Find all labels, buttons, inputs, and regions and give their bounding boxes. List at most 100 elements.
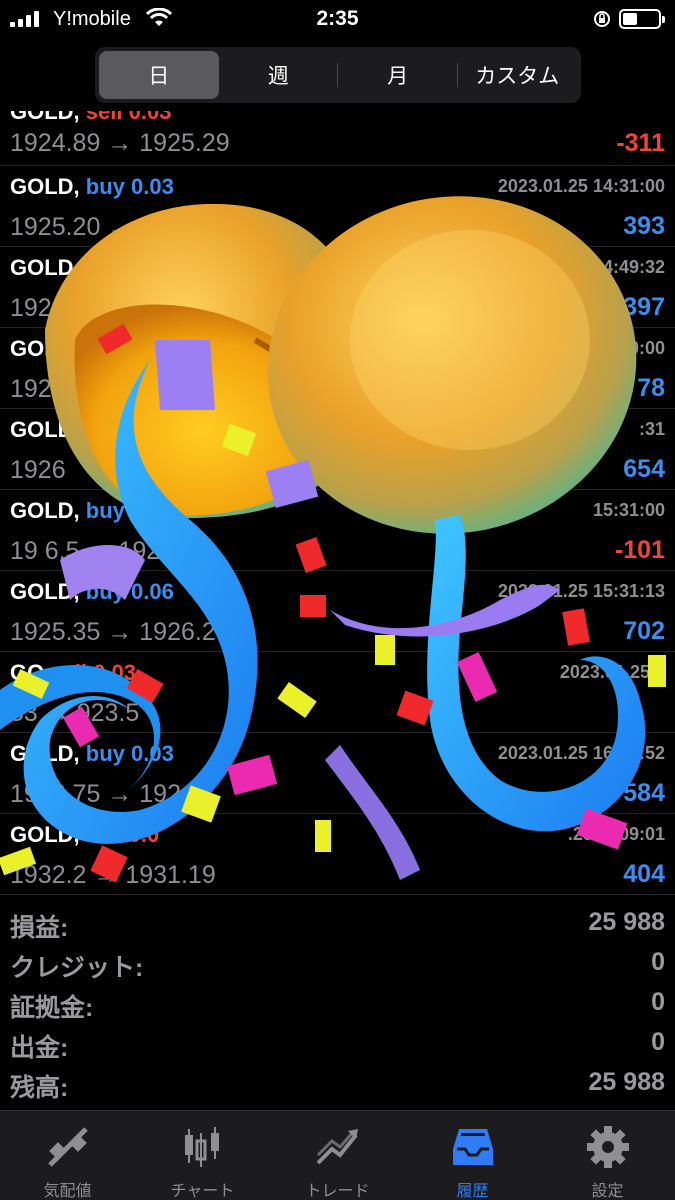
deal-time: 0:00 — [628, 338, 665, 358]
deal-prices: 1926 — [10, 456, 66, 485]
tab-trade[interactable]: トレード — [270, 1111, 405, 1200]
deal-open-price: 19 6.5 — [10, 537, 80, 565]
deal-close-price: 1931.19 — [125, 861, 216, 889]
deal-prices: 53 → 923.5 — [10, 699, 139, 728]
deal-prices: 1925.35 → 1926.2 — [10, 618, 216, 647]
deal-row[interactable]: GOLD, buy 0.03 2023.01.25 16:15:52 1926.75… — [0, 733, 675, 814]
deal-arrow: → — [44, 699, 70, 727]
deal-time: 2023.01.25 16:15:52 — [497, 743, 665, 763]
deal-close-price: 192 — [139, 780, 181, 808]
trade-icon — [316, 1129, 358, 1165]
deal-profit: 404 — [623, 860, 665, 888]
summary-value: 25 988 — [588, 908, 665, 936]
rotation-lock-icon — [594, 11, 610, 27]
tab-settings[interactable]: 設定 — [540, 1111, 675, 1200]
deal-symbol: GO sell 0.03 — [10, 660, 136, 686]
deal-side: sell — [85, 111, 123, 124]
deal-close-price: 1926.25 — [118, 537, 209, 565]
deal-time: 2023.01.25 15:31:13 — [497, 581, 665, 601]
summary-value: 0 — [651, 1028, 665, 1056]
deal-side: buy — [85, 741, 125, 766]
deal-volume: 0.03 — [128, 111, 172, 124]
summary-value: 0 — [651, 988, 665, 1016]
deal-row[interactable]: GOLD, sell 0.03 1924.89 → 1925.29 -311 — [0, 111, 675, 166]
deal-time: 2023.01.25 1 — [559, 662, 665, 682]
summary-row: 残高: 25 988 — [0, 1064, 675, 1104]
deal-symbol-text: GOLD, — [10, 741, 80, 766]
summary-label: 出金: — [10, 1034, 69, 1062]
deal-symbol: GOLD, buy 0.06 — [10, 579, 174, 605]
deal-open-price: 1926.75 — [10, 780, 101, 808]
deal-symbol: GOLD — [10, 417, 74, 443]
deal-time: 14:49:32 — [592, 257, 665, 277]
clock: 2:35 — [316, 7, 359, 30]
deal-row[interactable]: GOLD, sell 0.0 .25 1 :09:01 1932.2 → 1931.… — [0, 814, 675, 895]
tab-quotes[interactable]: 気配値 — [0, 1111, 135, 1200]
deal-symbol: GOLD, sell 0.0 — [10, 822, 159, 848]
deal-time: .25 1 :09:01 — [567, 824, 665, 844]
deal-row[interactable]: GOL 0:00 192 78 — [0, 328, 675, 409]
deal-time: 2023.01.25 14:31:00 — [497, 176, 665, 196]
deal-row[interactable]: GO sell 0.03 2023.01.25 1 53 → 923.5 — [0, 652, 675, 733]
deal-row[interactable]: GOLD, 14:49:32 192 397 — [0, 247, 675, 328]
deal-open-price: 1925.35 — [10, 618, 101, 646]
chart-icon — [184, 1127, 219, 1167]
deal-open-price: 1924.89 — [10, 129, 101, 157]
deal-list[interactable]: GOLD, sell 0.03 1924.89 → 1925.29 -311 GOLD… — [0, 111, 675, 896]
period-selector: 日 週 月 カスタム — [95, 47, 581, 103]
deal-arrow: → — [107, 129, 133, 157]
deal-prices: 1932.2 → 1931.19 — [10, 861, 216, 890]
account-summary: 損益: 25 988 クレジット: 0 証拠金: 0 出金: 0 残高: 25 988 — [0, 904, 675, 1104]
tab-chart[interactable]: チャート — [135, 1111, 270, 1200]
summary-value: 25 988 — [588, 1068, 665, 1096]
deal-profit: -101 — [614, 536, 665, 564]
deal-symbol-text: GOLD, — [10, 579, 80, 604]
deal-volume: 0.0 — [128, 822, 160, 847]
period-day[interactable]: 日 — [99, 51, 219, 99]
deal-prices: 192 — [10, 294, 52, 323]
deal-volume: 0.03 — [131, 741, 174, 766]
deal-close-price: 923.5 — [76, 699, 140, 727]
deal-symbol: GOLD, — [10, 255, 80, 281]
deal-open-price: 1932.2 — [10, 861, 87, 889]
period-week[interactable]: 週 — [219, 51, 338, 99]
period-custom[interactable]: カスタム — [458, 51, 578, 99]
deal-open-price: 192 — [10, 375, 52, 403]
deal-side: sell — [85, 822, 123, 847]
deal-symbol-text: GOLD, — [10, 174, 80, 199]
deal-row[interactable]: GOLD, buy 0.06 2023.01.25 15:31:13 1925.35… — [0, 571, 675, 652]
summary-label: 損益: — [10, 914, 69, 942]
summary-label: クレジット: — [10, 954, 144, 982]
summary-value: 0 — [651, 948, 665, 976]
deal-open-price: 53 — [10, 699, 38, 727]
deal-profit: -311 — [616, 129, 665, 157]
deal-side: buy — [85, 579, 125, 604]
settings-icon — [586, 1126, 629, 1168]
period-month[interactable]: 月 — [338, 51, 458, 99]
deal-open-price: 1926 — [10, 456, 66, 484]
deal-row[interactable]: GOLD, buy 0.03 2023.01.25 14:31:00 1925.20… — [0, 166, 675, 247]
deal-profit: 393 — [623, 212, 665, 240]
deal-arrow: → — [107, 618, 133, 646]
deal-arrow: → — [107, 213, 133, 241]
deal-close-price: 1926.2 — [139, 618, 216, 646]
quotes-icon — [47, 1127, 88, 1167]
deal-row[interactable]: GOLD :31 1926 654 — [0, 409, 675, 490]
deal-side: buy — [85, 498, 125, 523]
deal-symbol-text: GOLD, — [10, 498, 80, 523]
deal-profit: 654 — [623, 455, 665, 483]
deal-volume: 0.03 — [131, 174, 174, 199]
deal-symbol-text: GO — [10, 660, 45, 685]
deal-prices: 19 6.5 → 1926.25 — [10, 537, 209, 566]
deal-symbol: GOLD, buy 0.03 — [10, 741, 174, 767]
tab-history[interactable]: 履歴 — [405, 1111, 540, 1200]
summary-label: 証拠金: — [10, 994, 94, 1022]
deal-time: 15:31:00 — [592, 500, 665, 520]
deal-side: buy — [85, 174, 125, 199]
deal-row[interactable]: GOLD, buy 15:31:00 19 6.5 → 1926.25 -101 — [0, 490, 675, 571]
summary-row: 出金: 0 — [0, 1024, 675, 1064]
deal-symbol-text: GOLD, — [10, 255, 80, 280]
deal-symbol: GOLD, buy 0.03 — [10, 174, 174, 200]
deal-volume: 0.06 — [131, 579, 174, 604]
deal-time: :31 — [638, 419, 665, 439]
